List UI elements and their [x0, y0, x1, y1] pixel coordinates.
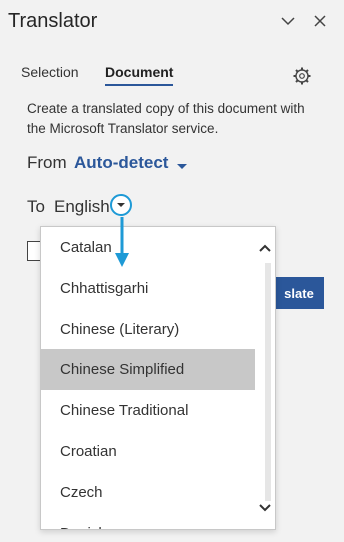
close-icon[interactable]: [309, 10, 331, 32]
scroll-thumb[interactable]: [265, 263, 271, 501]
chevron-down-icon[interactable]: [176, 158, 188, 176]
to-language-select[interactable]: English: [54, 197, 110, 217]
tab-underline: [105, 84, 173, 86]
list-item[interactable]: Czech: [41, 472, 255, 513]
to-dropdown-toggle[interactable]: [110, 194, 132, 216]
tab-selection[interactable]: Selection: [21, 64, 79, 80]
pane-title: Translator: [8, 10, 98, 32]
list-item[interactable]: Chinese (Literary): [41, 309, 255, 350]
list-item[interactable]: Croatian: [41, 431, 255, 472]
chevron-down-icon[interactable]: [277, 10, 299, 32]
list-item[interactable]: Chhattisgarhi: [41, 268, 255, 309]
scrollbar[interactable]: [255, 227, 275, 529]
scroll-down-icon[interactable]: [257, 499, 273, 515]
from-label: From: [27, 153, 67, 172]
list-item[interactable]: Danish: [41, 513, 255, 529]
list-item[interactable]: Catalan: [41, 227, 255, 268]
from-language-select[interactable]: Auto-detect: [74, 153, 168, 173]
tab-document[interactable]: Document: [105, 64, 173, 80]
to-label: To: [27, 197, 45, 216]
scroll-up-icon[interactable]: [257, 241, 273, 257]
list-item[interactable]: Chinese Traditional: [41, 390, 255, 431]
arrow-down-icon: [113, 217, 131, 274]
description-text: Create a translated copy of this documen…: [27, 101, 305, 136]
gear-icon[interactable]: [292, 66, 312, 91]
list-item[interactable]: Chinese Simplified: [41, 349, 255, 390]
language-dropdown[interactable]: Catalan Chhattisgarhi Chinese (Literary)…: [40, 226, 276, 530]
